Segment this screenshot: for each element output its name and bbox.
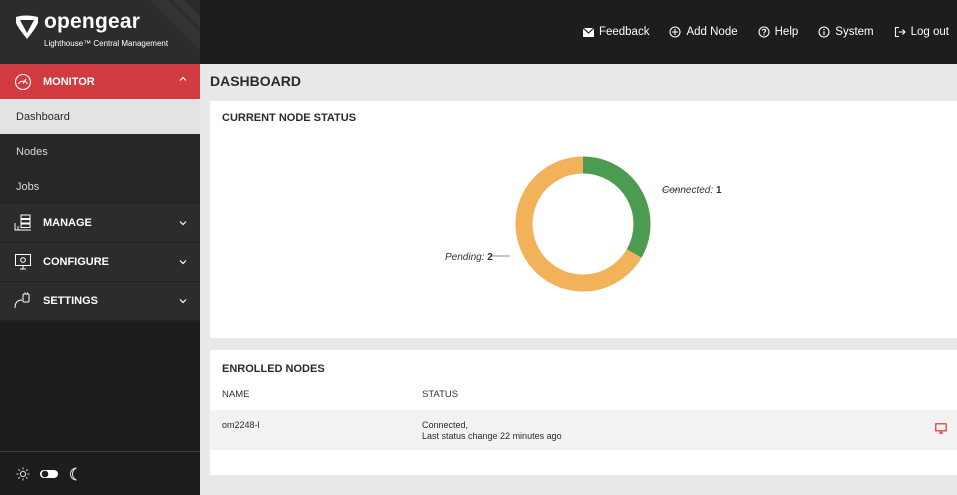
feedback-label: Feedback — [598, 26, 650, 38]
sidebar: MONITOR Dashboard Nodes Jobs MANAGE CONF… — [0, 64, 200, 495]
chevron-down-icon — [179, 260, 187, 265]
sidebar-section-manage[interactable]: MANAGE — [0, 204, 200, 243]
enrolled-nodes-card: ENROLLED NODES NAME STATUS om2248-l Conn… — [210, 350, 957, 475]
sidebar-section-configure-label: CONFIGURE — [43, 256, 109, 268]
top-navigation: Feedback Add Node Help System Log out — [582, 0, 957, 64]
sidebar-section-configure[interactable]: CONFIGURE — [0, 243, 200, 282]
system-link[interactable]: System — [818, 26, 874, 38]
sidebar-section-settings[interactable]: SETTINGS — [0, 282, 200, 321]
logout-label: Log out — [910, 26, 949, 38]
sidebar-section-monitor-label: MONITOR — [43, 75, 95, 88]
monitor-settings-icon — [12, 251, 34, 273]
add-node-label: Add Node — [686, 26, 738, 38]
node-status-detail-cell: Last status change 22 minutes ago — [422, 431, 562, 441]
table-row[interactable]: om2248-l Connected, Last status change 2… — [210, 410, 957, 450]
web-ui-icon[interactable] — [935, 423, 947, 434]
donut-slice-connected[interactable] — [582, 156, 651, 258]
brand-area[interactable]: opengear Lighthouse™ Central Management — [0, 0, 200, 64]
pending-data-label: Pending: 2 — [445, 252, 493, 263]
info-icon — [818, 26, 830, 38]
theme-toggle-switch[interactable] — [39, 468, 59, 480]
sidebar-section-settings-label: SETTINGS — [43, 295, 99, 307]
node-name-cell: om2248-l — [222, 420, 260, 430]
enrolled-nodes-title: ENROLLED NODES — [222, 363, 325, 375]
brand-name: opengear — [44, 10, 141, 33]
sun-icon — [16, 467, 30, 480]
main-content: DASHBOARD CURRENT NODE STATUS Connected:… — [200, 64, 957, 495]
sidebar-section-monitor[interactable]: MONITOR — [0, 64, 200, 99]
plus-circle-icon — [669, 26, 682, 38]
node-status-card: CURRENT NODE STATUS Connected: 1 Pending… — [210, 101, 957, 338]
page-title: DASHBOARD — [210, 73, 301, 89]
add-node-link[interactable]: Add Node — [669, 26, 738, 38]
connected-data-label: Connected: 1 — [662, 185, 722, 196]
chevron-down-icon — [179, 221, 187, 226]
top-bar: opengear Lighthouse™ Central Management … — [0, 0, 957, 64]
system-label: System — [835, 26, 874, 38]
node-status-donut-chart: Connected: 1 Pending: 2 — [445, 156, 722, 292]
chevron-down-icon — [179, 299, 187, 304]
sidebar-item-jobs[interactable]: Jobs — [0, 169, 200, 204]
envelope-icon — [582, 27, 594, 37]
column-header-name: NAME — [222, 389, 250, 400]
settings-plug-icon — [12, 290, 34, 312]
chevron-up-icon — [179, 76, 187, 81]
sidebar-item-dashboard[interactable]: Dashboard — [0, 99, 200, 134]
sidebar-section-manage-label: MANAGE — [43, 217, 92, 229]
theme-switcher — [0, 451, 200, 495]
moon-icon — [70, 467, 77, 480]
help-link[interactable]: Help — [758, 26, 799, 38]
column-header-status: STATUS — [422, 389, 459, 400]
help-icon — [758, 26, 770, 38]
help-label: Help — [774, 26, 799, 38]
node-status-cell: Connected, — [422, 420, 469, 430]
brand-subtitle: Lighthouse™ Central Management — [44, 39, 169, 48]
server-icon — [12, 212, 34, 234]
opengear-logo-icon — [16, 15, 38, 39]
feedback-link[interactable]: Feedback — [582, 26, 650, 38]
logout-icon — [894, 26, 906, 38]
sidebar-item-nodes[interactable]: Nodes — [0, 134, 200, 169]
logout-link[interactable]: Log out — [894, 26, 949, 38]
gauge-icon — [12, 71, 34, 93]
